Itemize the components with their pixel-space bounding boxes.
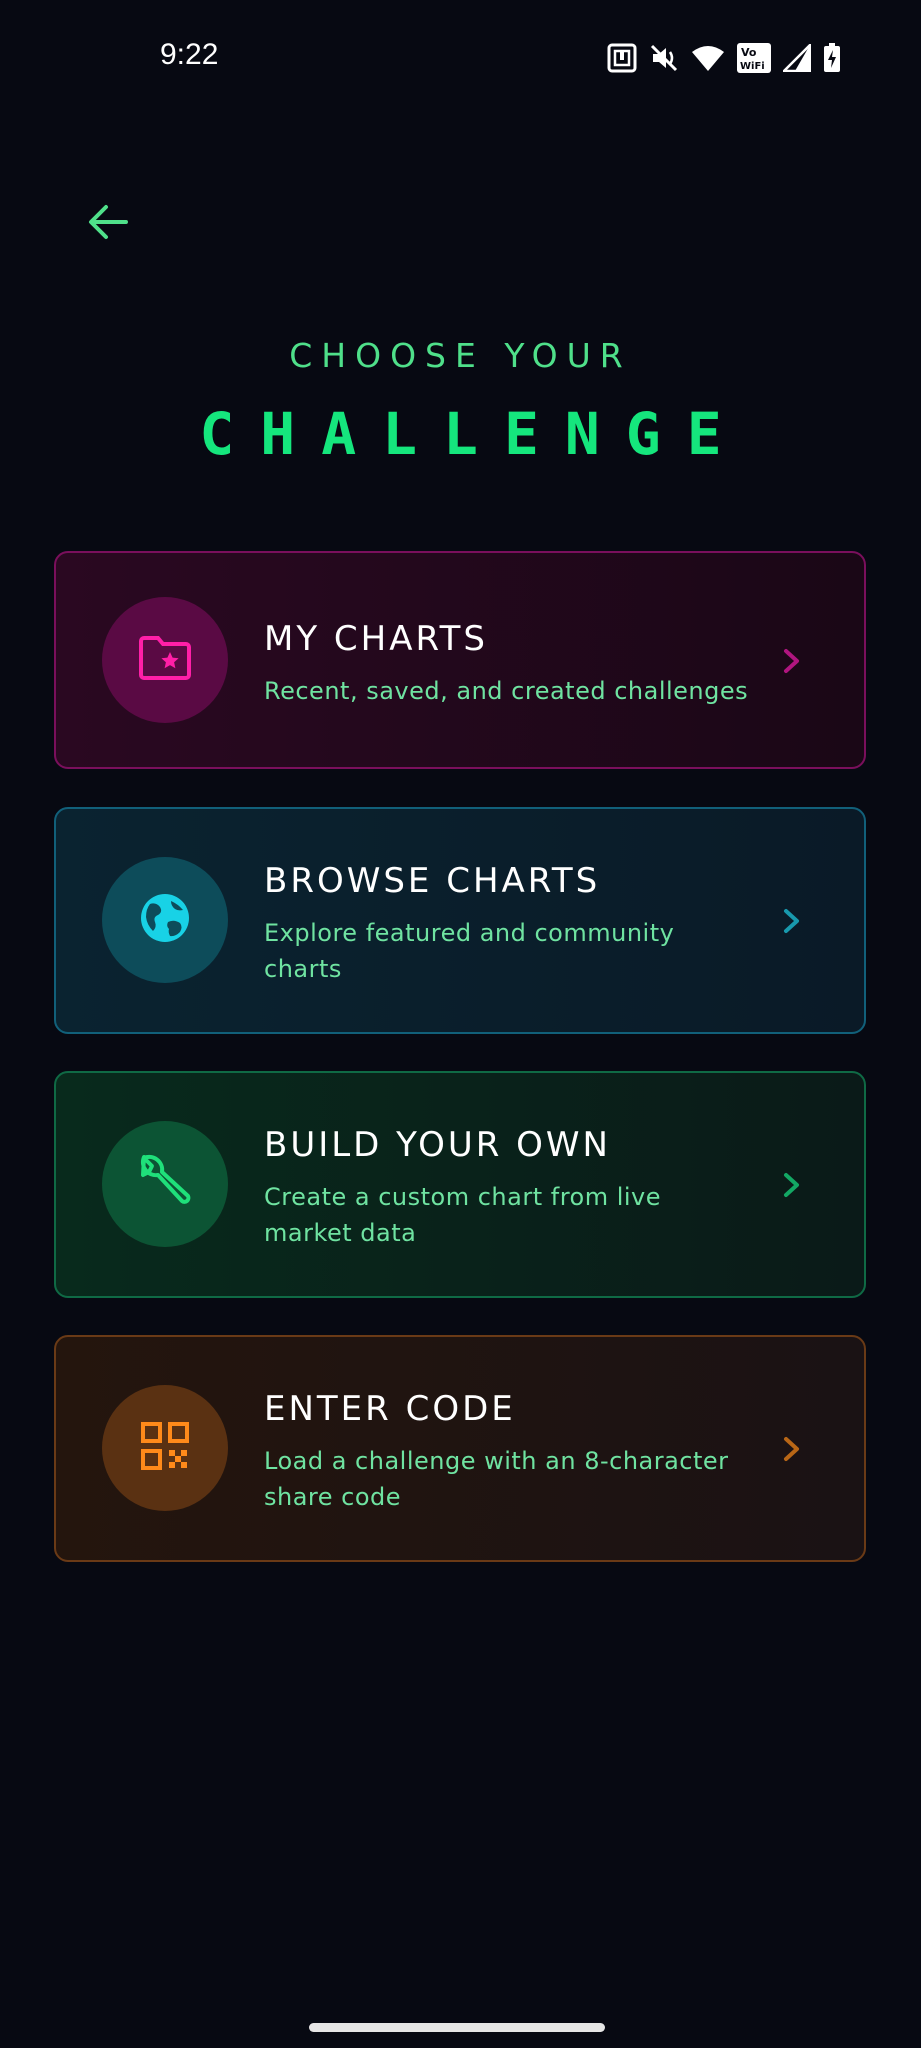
page-title: CHALLENGE <box>199 400 748 468</box>
my-charts-description: Recent, saved, and created challenges <box>264 677 749 705</box>
my-charts-card[interactable]: MY CHARTS Recent, saved, and created cha… <box>54 551 866 769</box>
chevron-right-icon <box>780 1169 804 1201</box>
wrench-icon <box>136 1153 194 1215</box>
status-time: 9:22 <box>160 38 219 71</box>
signal-icon <box>783 44 811 72</box>
browse-charts-title: BROWSE CHARTS <box>264 861 601 901</box>
back-button[interactable] <box>80 198 136 250</box>
nfc-icon <box>607 43 637 73</box>
wifi-icon <box>691 44 725 72</box>
build-your-own-title: BUILD YOUR OWN <box>264 1125 611 1165</box>
my-charts-title: MY CHARTS <box>264 619 488 659</box>
enter-code-icon-circle <box>102 1385 228 1511</box>
vowifi-icon: Vo WiFi <box>737 43 771 73</box>
chevron-right-icon <box>780 645 804 677</box>
enter-code-title: ENTER CODE <box>264 1389 516 1429</box>
browse-charts-description: Explore featured and community charts <box>264 919 675 983</box>
home-indicator[interactable] <box>309 2023 605 2032</box>
title-top: CHOOSE YOUR <box>289 336 632 375</box>
globe-icon <box>138 891 192 949</box>
enter-code-description: Load a challenge with an 8-character sha… <box>264 1447 729 1511</box>
arrow-left-icon <box>86 202 130 246</box>
mute-icon <box>649 43 679 73</box>
build-your-own-card[interactable]: BUILD YOUR OWN Create a custom chart fro… <box>54 1071 866 1298</box>
browse-charts-icon-circle <box>102 857 228 983</box>
status-icons: Vo WiFi <box>607 40 841 76</box>
vowifi-top-text: Vo <box>741 46 757 59</box>
my-charts-icon-circle <box>102 597 228 723</box>
battery-charging-icon <box>823 43 841 73</box>
build-your-own-description: Create a custom chart from live market d… <box>264 1183 662 1247</box>
qr-code-icon <box>140 1421 190 1475</box>
folder-star-icon <box>138 635 192 685</box>
browse-charts-card[interactable]: BROWSE CHARTS Explore featured and commu… <box>54 807 866 1034</box>
build-your-own-icon-circle <box>102 1121 228 1247</box>
vowifi-bottom-text: WiFi <box>740 61 765 72</box>
enter-code-card[interactable]: ENTER CODE Load a challenge with an 8-ch… <box>54 1335 866 1562</box>
chevron-right-icon <box>780 905 804 937</box>
status-bar: 9:22 Vo WiFi <box>0 0 921 116</box>
chevron-right-icon <box>780 1433 804 1465</box>
